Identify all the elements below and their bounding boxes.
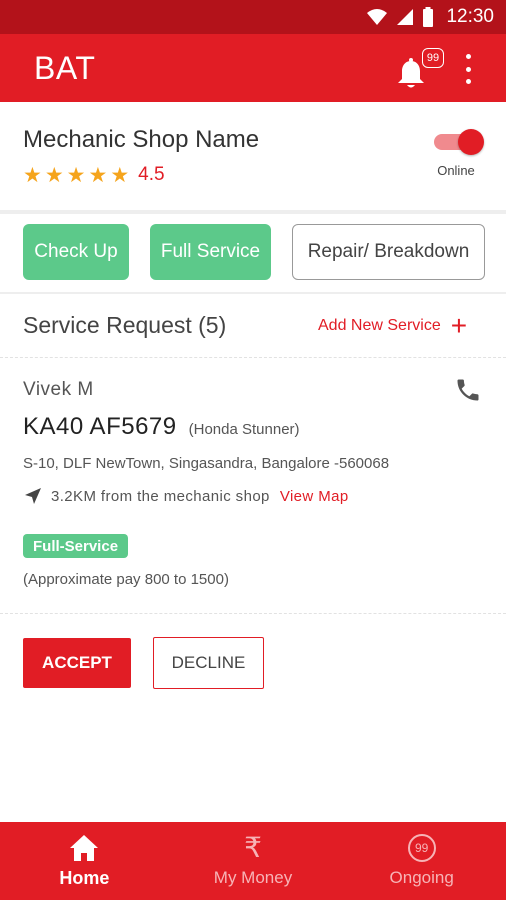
decline-button[interactable]: DECLINE (153, 637, 264, 689)
check-up-button[interactable]: Check Up (23, 224, 129, 280)
accept-button[interactable]: ACCEPT (23, 638, 131, 688)
nav-home-label: Home (59, 868, 110, 888)
rating-value: 4.5 (138, 164, 165, 185)
star-icon: ★ (110, 163, 130, 187)
shop-rating: ★ ★ ★ ★ ★ 4.5 (23, 164, 165, 186)
toggle-knob (458, 129, 484, 155)
service-request-title: Service Request (5) (23, 312, 227, 338)
phone-icon[interactable] (454, 376, 482, 404)
star-icon: ★ (88, 163, 108, 187)
distance-text: 3.2KM from the mechanic shop (51, 487, 270, 505)
star-icon: ★ (66, 163, 86, 187)
overflow-menu-button[interactable] (458, 54, 478, 84)
battery-icon (423, 7, 434, 27)
service-type-bar: Check Up Full Service Repair/ Breakdown (0, 214, 506, 292)
notification-badge: 99 (422, 48, 444, 68)
nav-ongoing-label: Ongoing (389, 868, 454, 887)
rupee-icon: ₹ (244, 832, 262, 863)
approximate-pay: (Approximate pay 800 to 1500) (23, 571, 229, 588)
repair-breakdown-button[interactable]: Repair/ Breakdown (292, 224, 485, 280)
view-map-link[interactable]: View Map (280, 488, 349, 505)
online-toggle[interactable] (432, 128, 484, 156)
service-request-header: Service Request (5) Add New Service + (0, 296, 506, 356)
dot-icon (465, 66, 471, 72)
vehicle-plate: KA40 AF5679 (23, 413, 177, 440)
add-new-service-button[interactable]: Add New Service + (318, 310, 468, 341)
nav-my-money[interactable]: ₹ My Money (169, 822, 338, 900)
dot-icon (465, 79, 471, 84)
plus-icon: + (450, 310, 468, 341)
app-title: BAT (34, 49, 96, 86)
status-bar: 12:30 (0, 0, 506, 34)
status-time: 12:30 (446, 6, 494, 27)
ongoing-99-icon: 99 (407, 834, 436, 862)
dot-icon (465, 54, 471, 59)
add-new-service-label: Add New Service (318, 317, 441, 334)
shop-name: Mechanic Shop Name (23, 126, 260, 153)
wifi-icon (367, 9, 388, 25)
nav-ongoing[interactable]: 99 Ongoing (337, 822, 506, 900)
vehicle-info: KA40 AF5679 (Honda Stunner) (23, 413, 300, 441)
divider (0, 292, 506, 294)
customer-address: S-10, DLF NewTown, Singasandra, Bangalor… (23, 455, 390, 472)
home-icon (70, 835, 99, 861)
app-bar: BAT 99 (0, 34, 506, 102)
service-type-badge: Full-Service (23, 534, 129, 558)
shop-card: Mechanic Shop Name ★ ★ ★ ★ ★ 4.5 (0, 102, 506, 210)
star-icon: ★ (23, 163, 42, 187)
full-service-button[interactable]: Full Service (150, 224, 271, 280)
signal-icon (397, 9, 414, 25)
customer-name: Vivek M (23, 379, 94, 400)
bottom-navigation: Home ₹ My Money 99 Ongoing (0, 822, 506, 900)
online-label: Online (437, 163, 475, 178)
dashed-divider (0, 357, 506, 358)
distance-row: 3.2KM from the mechanic shop View Map (23, 486, 349, 506)
navigation-arrow-icon (25, 488, 41, 504)
nav-home[interactable]: Home (0, 822, 169, 900)
dashed-divider (0, 613, 506, 614)
vehicle-model: (Honda Stunner) (188, 421, 300, 438)
star-icon: ★ (44, 163, 64, 187)
notifications-button[interactable]: 99 (396, 48, 446, 92)
nav-my-money-label: My Money (213, 868, 293, 887)
